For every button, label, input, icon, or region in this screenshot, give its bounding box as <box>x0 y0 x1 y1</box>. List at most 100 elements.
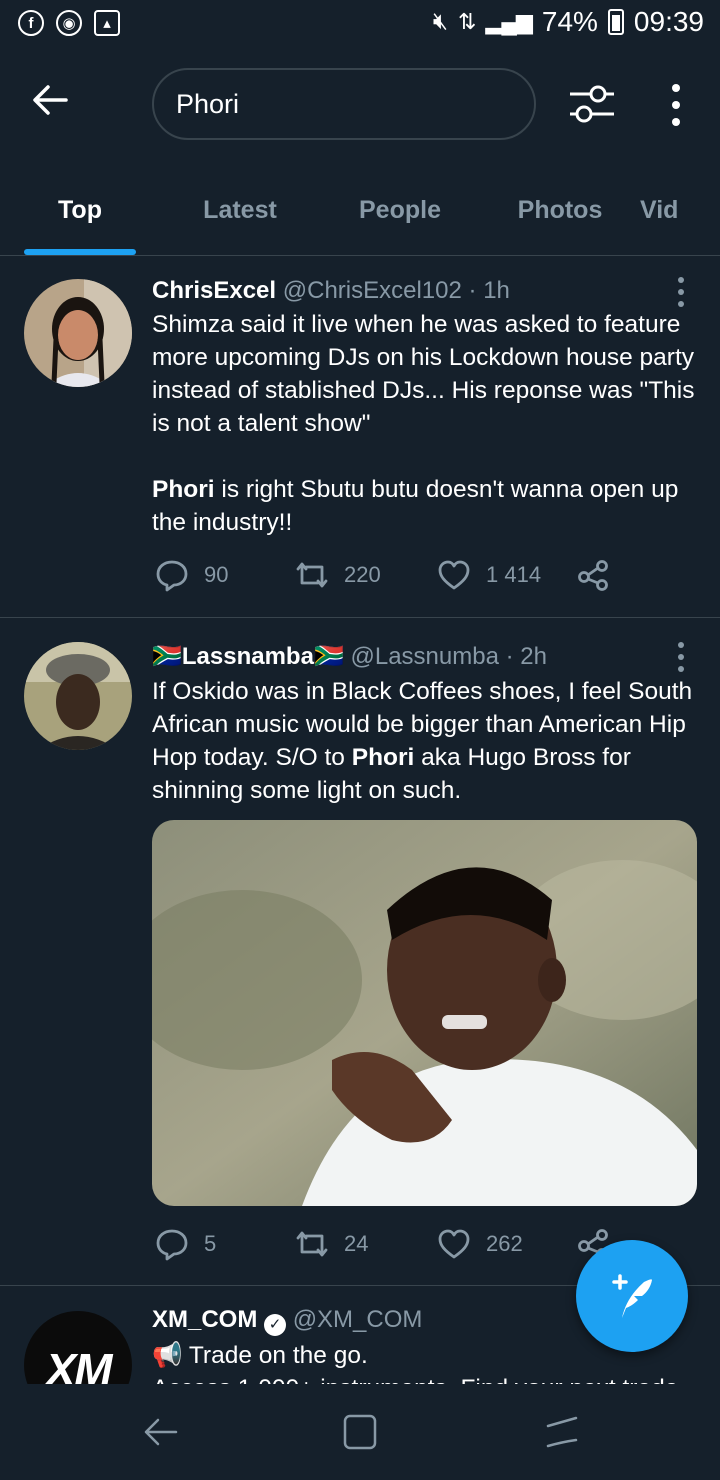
search-highlight: Phori <box>351 744 415 771</box>
search-highlight: Phori <box>152 476 215 503</box>
signal-icon: ▂▄▆ <box>485 9 532 34</box>
avatar[interactable] <box>24 642 132 750</box>
retweet-count: 24 <box>344 1231 369 1256</box>
reply-count: 5 <box>204 1231 217 1256</box>
back-button[interactable] <box>30 80 86 130</box>
tweet-actions: 5 24 262 <box>152 1226 632 1266</box>
search-tabs: Top Latest People Photos Vid <box>0 160 720 256</box>
compose-tweet-button[interactable] <box>576 1240 688 1352</box>
status-bar: f ◉ ▴ 🔇︎ ⇅ ▂▄▆ 74% 09:39 <box>0 0 720 50</box>
dot <box>678 642 684 648</box>
retweet-button[interactable]: 220 <box>294 557 381 593</box>
tweet-menu-button[interactable] <box>676 277 686 307</box>
tab-label: People <box>359 196 441 224</box>
reply-button[interactable]: 90 <box>154 557 228 593</box>
tweet-media-photo[interactable] <box>152 820 697 1206</box>
dot <box>678 666 684 672</box>
like-count: 1 414 <box>486 562 542 587</box>
timestamp: · 1h <box>468 277 510 304</box>
dot <box>678 277 684 283</box>
reply-icon <box>156 1229 188 1261</box>
dot <box>678 654 684 660</box>
battery-percent: 74% <box>541 6 598 37</box>
tweet-text-rest: is right Sbutu butu doesn't wanna open u… <box>152 476 679 536</box>
tweet[interactable]: ChrisExcel @ChrisExcel102 · 1h Shimza sa… <box>0 257 720 618</box>
retweet-count: 220 <box>344 562 381 587</box>
tab-people[interactable]: People <box>320 160 480 255</box>
verified-icon: ✓ <box>264 1314 287 1336</box>
like-button[interactable]: 1 414 <box>436 557 541 593</box>
mute-icon: 🔇︎ <box>432 8 448 35</box>
timestamp: · 2h <box>505 643 547 670</box>
search-filter-button[interactable] <box>566 78 618 130</box>
chrome-icon: ◉ <box>56 10 82 36</box>
avatar[interactable] <box>24 279 132 387</box>
nav-recents-icon <box>546 1416 578 1448</box>
dot <box>672 84 680 92</box>
retweet-button[interactable]: 24 <box>294 1226 368 1262</box>
battery-icon <box>607 9 624 35</box>
facebook-icon: f <box>18 10 44 36</box>
retweet-icon <box>296 1231 328 1257</box>
tab-top[interactable]: Top <box>0 160 160 255</box>
display-name[interactable]: ChrisExcel <box>152 277 276 304</box>
arrow-left-icon <box>33 85 68 115</box>
display-name[interactable]: XM_COM <box>152 1306 257 1333</box>
sliders-icon <box>570 85 614 123</box>
heart-icon <box>438 560 470 590</box>
tab-latest[interactable]: Latest <box>160 160 320 255</box>
tweet-header: XM_COM ✓ @XM_COM <box>152 1306 422 1336</box>
tab-label: Top <box>58 196 102 224</box>
dot <box>678 289 684 295</box>
nav-back-icon <box>144 1418 178 1446</box>
avatar-image <box>24 279 132 387</box>
gallery-icon: ▴ <box>94 10 120 36</box>
active-tab-indicator <box>24 249 136 255</box>
dot <box>672 118 680 126</box>
tweet-header: ChrisExcel @ChrisExcel102 · 1h <box>152 277 510 305</box>
search-input[interactable]: Phori <box>152 68 536 140</box>
nav-back-button[interactable] <box>140 1412 180 1452</box>
data-icon: ⇅ <box>458 9 476 34</box>
tweet-menu-button[interactable] <box>676 642 686 672</box>
heart-icon <box>438 1229 470 1259</box>
share-button[interactable] <box>576 557 612 593</box>
tweet-text: Shimza said it live when he was asked to… <box>152 308 697 539</box>
tweet-actions: 90 220 1 414 <box>152 557 632 597</box>
nav-home-button[interactable] <box>340 1412 380 1452</box>
compose-feather-icon <box>612 1274 652 1318</box>
reply-button[interactable]: 5 <box>154 1226 216 1262</box>
like-button[interactable]: 262 <box>436 1226 523 1262</box>
tweet-text-paragraph: Phori is right Sbutu butu doesn't wanna … <box>152 473 697 539</box>
tab-videos[interactable]: Vid <box>480 160 700 255</box>
tweet-text-paragraph: Shimza said it live when he was asked to… <box>152 311 695 437</box>
search-header: Phori <box>0 50 720 160</box>
display-name[interactable]: 🇿🇦Lassnamba🇿🇦 <box>152 643 344 670</box>
share-icon <box>578 560 608 591</box>
system-navigation-bar <box>0 1384 720 1480</box>
overflow-menu-button[interactable] <box>656 80 696 130</box>
like-count: 262 <box>486 1231 523 1256</box>
handle[interactable]: @Lassnumba <box>351 643 499 670</box>
tab-label: Latest <box>203 196 277 224</box>
dot <box>672 101 680 109</box>
handle[interactable]: @XM_COM <box>293 1306 423 1333</box>
handle[interactable]: @ChrisExcel102 <box>283 277 462 304</box>
tweet[interactable]: 🇿🇦Lassnamba🇿🇦 @Lassnumba · 2h If Oskido … <box>0 618 720 1286</box>
search-query: Phori <box>176 88 240 119</box>
nav-home-icon <box>343 1414 377 1450</box>
tweet-text-line: Access 1,000+ instruments. Find your nex… <box>152 1372 697 1384</box>
avatar-image <box>24 642 132 750</box>
tab-label: Vid <box>640 196 679 224</box>
reply-count: 90 <box>204 562 229 587</box>
retweet-icon <box>296 562 328 588</box>
reply-icon <box>156 560 188 592</box>
tweet-header: 🇿🇦Lassnamba🇿🇦 @Lassnumba · 2h <box>152 642 547 671</box>
xm-logo: XM <box>45 1344 113 1384</box>
clock: 09:39 <box>633 6 704 37</box>
tweet-text: If Oskido was in Black Coffees shoes, I … <box>152 675 697 807</box>
avatar[interactable]: XM <box>24 1311 132 1384</box>
photo-image <box>152 820 697 1206</box>
dot <box>678 301 684 307</box>
nav-recents-button[interactable] <box>542 1412 582 1452</box>
